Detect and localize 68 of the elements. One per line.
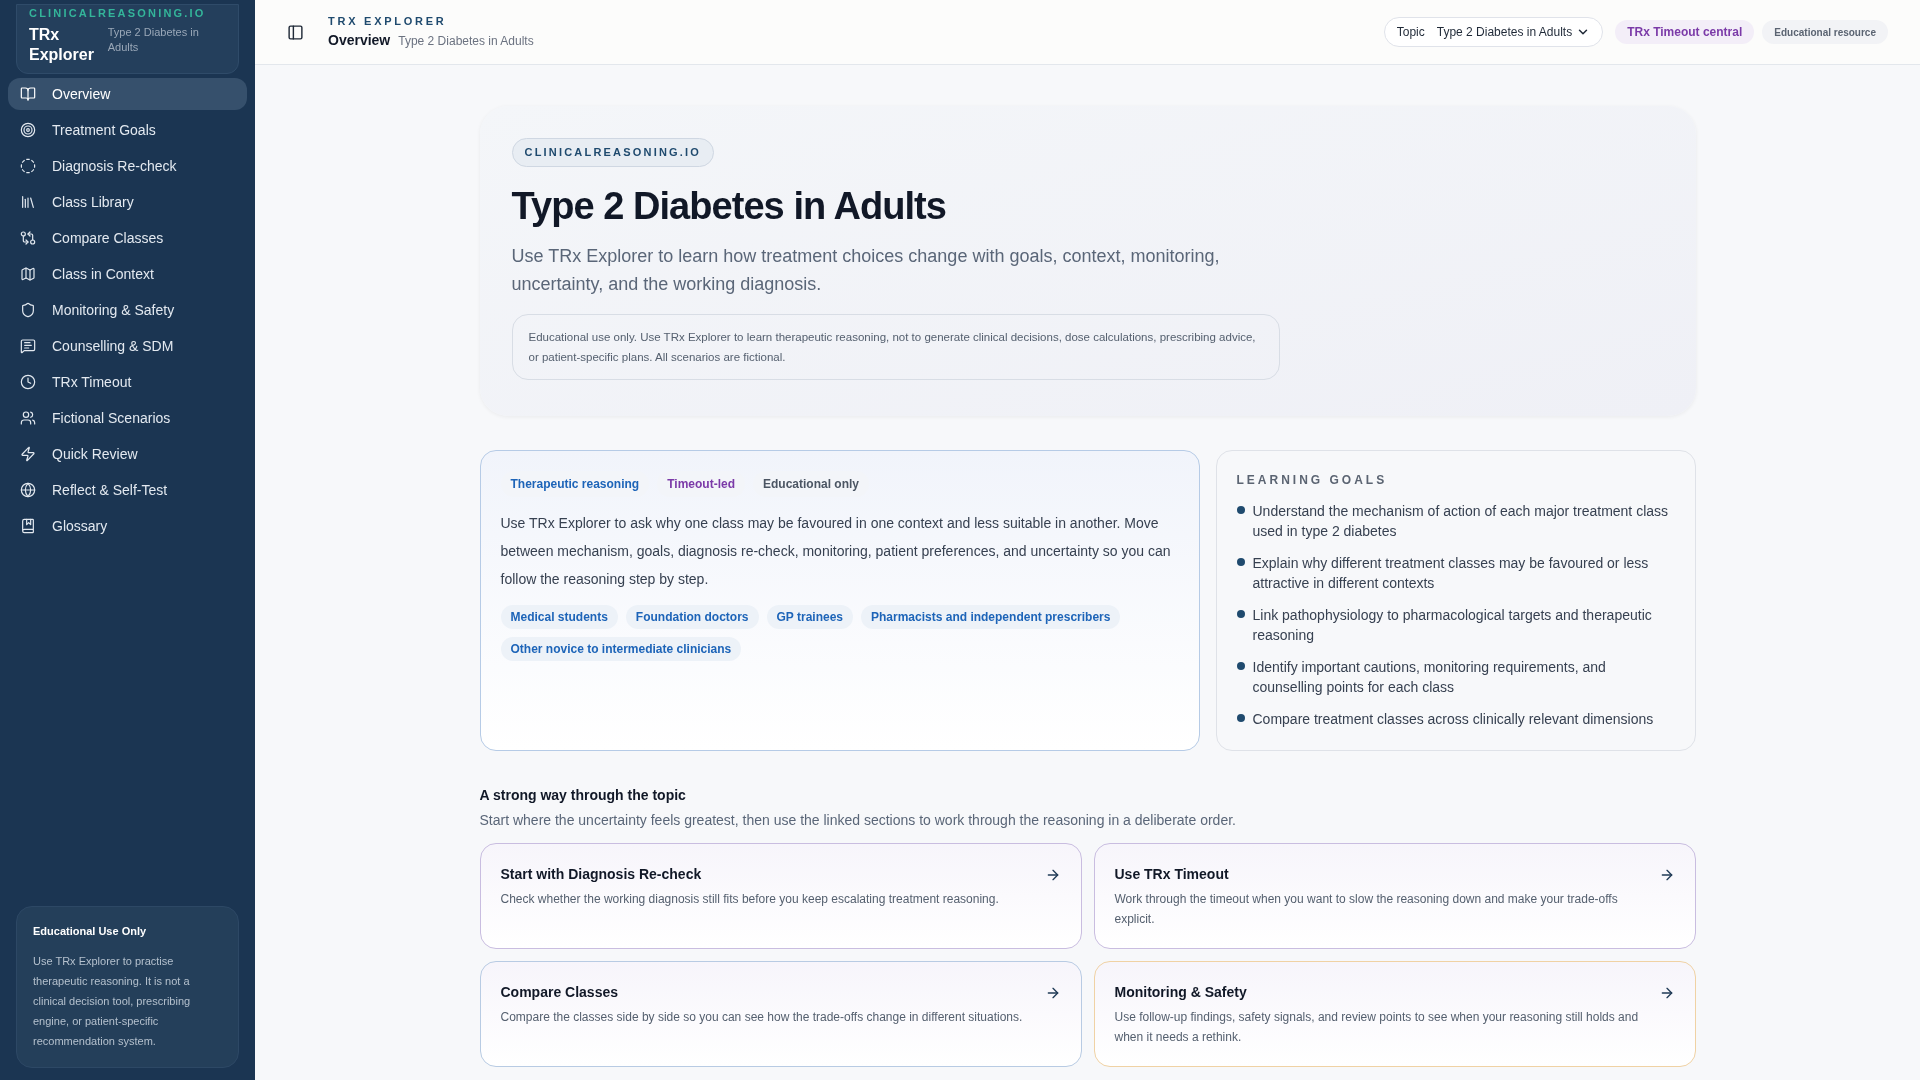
nav-item[interactable]: Compare Classes — [8, 222, 247, 254]
learning-goal: Understand the mechanism of action of each major treatment class used in type 2 diabetes — [1252, 502, 1670, 541]
learning-goal: Identify important cautions, monitoring requirements, and counselling points for each class — [1252, 658, 1607, 697]
shield-icon — [20, 302, 36, 318]
bookmark-book-icon — [20, 518, 36, 534]
lightning-icon — [20, 446, 36, 462]
target-icon — [20, 122, 36, 138]
hero-badge: CLINICALREASONING.IO — [511, 138, 715, 167]
learning-goal: Compare treatment classes across clinically relevant dimensions — [1252, 710, 1654, 729]
nav-item[interactable]: Fictional Scenarios — [8, 402, 247, 434]
hero-lead: Use TRx Explorer to learn how treatment choices change with goals, context, monitoring, uncertainty, and the working diagnosis. — [511, 245, 1221, 296]
pathway-card-text: Use follow-up findings, safety signals, and review points to see when your reasoning still holds and when it needs a rethink. — [1114, 1009, 1640, 1046]
audience-chip: Foundation doctors — [625, 605, 759, 629]
pathway-card[interactable]: Use TRx Timeout Work through the timeout when you want to slow the reasoning down and make your trade-offs explicit. — [1093, 843, 1696, 949]
pathway-card-title: Use TRx Timeout — [1114, 865, 1229, 884]
sidebar-toggle-icon[interactable] — [287, 23, 304, 41]
app-kicker: TRX EXPLORER — [328, 14, 448, 30]
topic-select[interactable]: Topic Type 2 Diabetes in Adults — [1383, 17, 1604, 47]
nav-item[interactable]: Counselling & SDM — [8, 330, 247, 362]
audience-chip: Medical students — [500, 605, 618, 629]
nav-item[interactable]: Monitoring & Safety — [8, 294, 247, 326]
audience-chip: Other novice to intermediate clinicians — [500, 637, 742, 661]
pathway-card-title: Start with Diagnosis Re-check — [500, 865, 702, 884]
nav-item[interactable]: Class Library — [8, 186, 247, 218]
pathway-card[interactable]: Monitoring & Safety Use follow-up findings, safety signals, and review points to see when your reasoning still holds and when it needs a rethink. — [1093, 961, 1696, 1067]
map-icon — [20, 266, 36, 282]
pathway-card-text: Work through the timeout when you want to slow the reasoning down and make your trade-offs explicit. — [1114, 891, 1619, 928]
hero-notice: Educational use only. Use TRx Explorer to learn therapeutic reasoning, not to generate clinical decisions, dose calculations, prescribing advice, or patient-specific plans. All scenarios are fictional. — [511, 314, 1280, 380]
audience-chip: GP trainees — [766, 605, 853, 629]
dashed-circle-icon — [20, 158, 36, 174]
brand-subtitle: Type 2 Diabetes in Adults — [107, 25, 200, 56]
notice-title: Educational Use Only — [33, 923, 148, 939]
compare-arrows-icon — [20, 230, 36, 246]
pathway-title: A strong way through the topic — [479, 786, 687, 805]
nav-item[interactable]: Diagnosis Re-check — [8, 150, 247, 182]
page-title: Overview — [328, 30, 391, 50]
nav-item[interactable]: Class in Context — [8, 258, 247, 290]
clock-icon — [20, 374, 36, 390]
hero-title: Type 2 Diabetes in Adults — [511, 183, 947, 229]
learning-goal: Explain why different treatment classes may be favoured or less attractive in different contexts — [1252, 554, 1650, 593]
nav-item[interactable]: Glossary — [8, 510, 247, 542]
nav-item[interactable]: TRx Timeout — [8, 366, 247, 398]
message-icon — [20, 338, 36, 354]
brand-title: TRx Explorer — [29, 25, 95, 65]
pathway-card-text: Check whether the working diagnosis still fits before you keep escalating treatment reasoning. — [500, 891, 1000, 908]
header-badge: TRx Timeout central — [1615, 20, 1755, 44]
pathway-card-text: Compare the classes side by side so you can see how the trade-offs change in different situations. — [500, 1009, 1024, 1026]
globe-icon — [20, 482, 36, 498]
pathway-card-title: Compare Classes — [500, 983, 618, 1002]
notice-text: Use TRx Explorer to practise therapeutic reasoning. It is not a clinical decision tool, prescribing engine, or patient-specific recommendation system. — [33, 954, 192, 1049]
pathway-subtitle: Start where the uncertainty feels greatest, then use the linked sections to work through the reasoning in a deliberate order. — [479, 811, 1237, 830]
header-badge: Educational resource — [1762, 20, 1888, 44]
brand-kicker: CLINICALREASONING.IO — [29, 6, 207, 21]
audience-chip: Pharmacists and independent prescribers — [861, 605, 1121, 629]
pathway-card[interactable]: Compare Classes Compare the classes side by side so you can see how the trade-offs change in different situations. — [479, 961, 1082, 1067]
users-icon — [20, 410, 36, 426]
book-icon — [20, 86, 36, 102]
learning-goal: Link pathophysiology to pharmacological targets and therapeutic reasoning — [1252, 606, 1653, 645]
nav-item[interactable]: Treatment Goals — [8, 114, 247, 146]
pathway-card-title: Monitoring & Safety — [1114, 983, 1247, 1002]
page-subtitle: Type 2 Diabetes in Adults — [398, 32, 534, 50]
nav-item[interactable]: Quick Review — [8, 438, 247, 470]
pathway-card[interactable]: Start with Diagnosis Re-check Check whether the working diagnosis still fits before you keep escalating treatment reasoning. — [479, 843, 1082, 949]
nav-item[interactable]: Overview — [8, 78, 247, 110]
intro-text: Use TRx Explorer to ask why one class may be favoured in one context and less suitable in another. Move between mechanism, goals, diagnosis re-check, monitoring, patient preferences, and uncertainty so you can follow the reasoning step by step. — [500, 514, 1172, 589]
nav-item[interactable]: Reflect & Self-Test — [8, 474, 247, 506]
learning-goals-title: LEARNING GOALS — [1236, 472, 1389, 489]
library-icon — [20, 194, 36, 210]
